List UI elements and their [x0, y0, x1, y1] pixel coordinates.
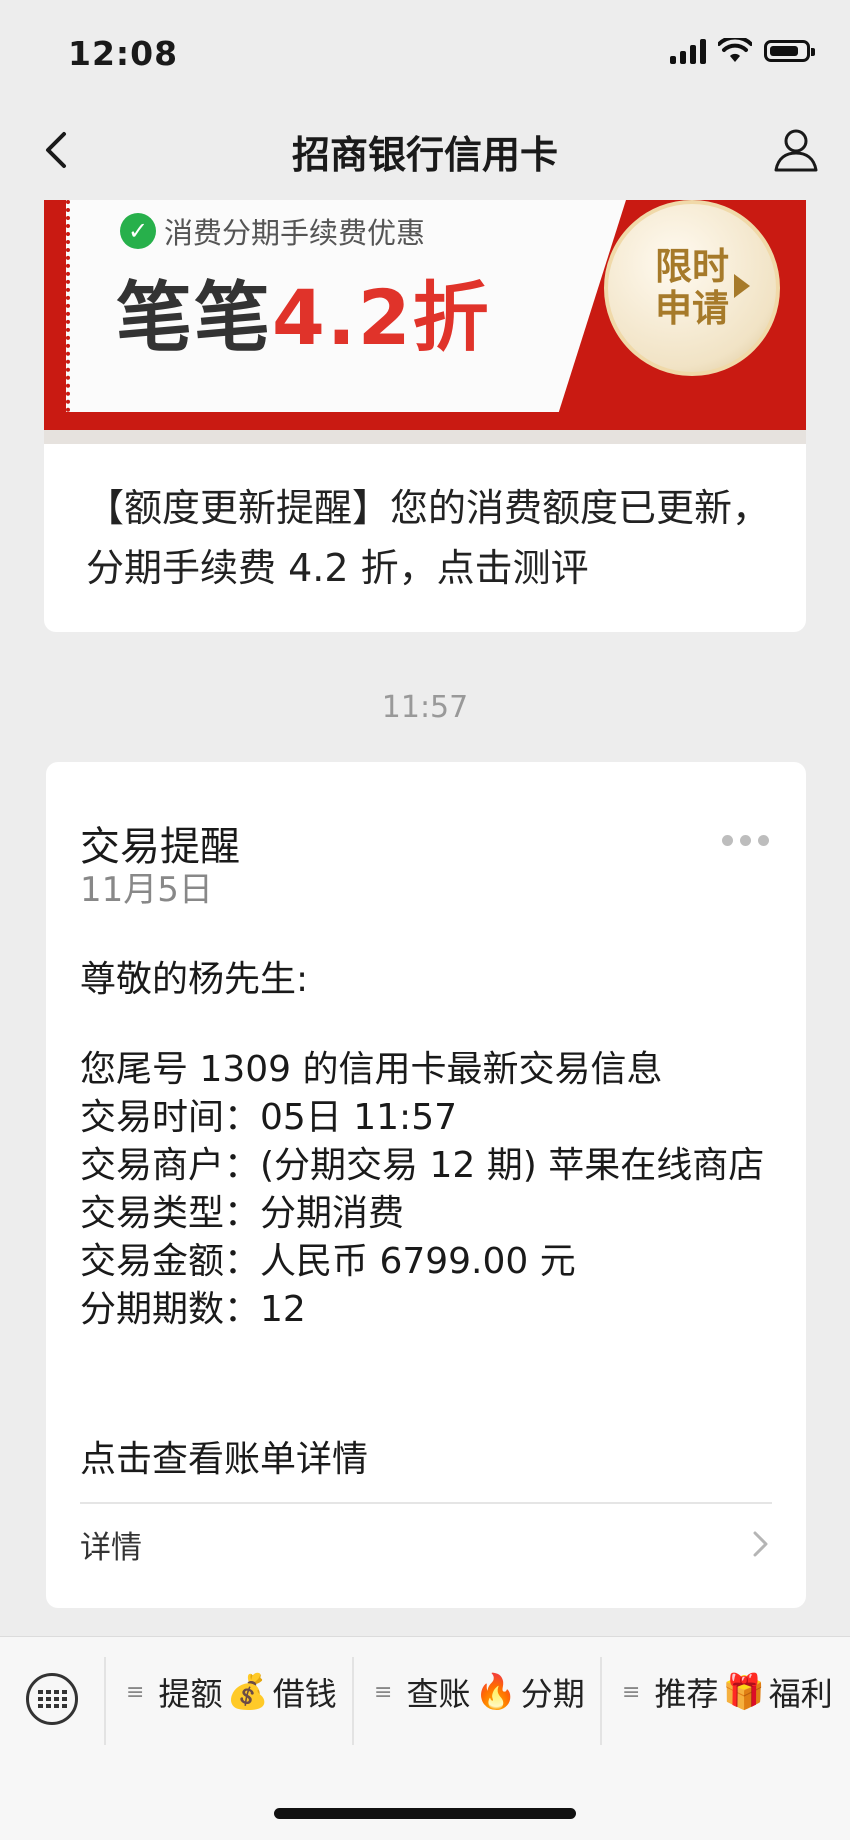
home-indicator[interactable]: [274, 1808, 576, 1819]
transaction-details: 您尾号 1309 的信用卡最新交易信息 交易时间：05日 11:57 交易商户：…: [80, 1046, 780, 1334]
check-icon: ✓: [120, 213, 156, 249]
message-date: 11月5日: [80, 870, 213, 910]
banner-subtitle-text: 消费分期手续费优惠: [164, 216, 426, 250]
menu-item-left-label: 推荐: [654, 1675, 719, 1713]
money-bag-icon: 💰: [226, 1672, 269, 1712]
fire-icon: 🔥: [474, 1672, 517, 1712]
wifi-icon: [718, 38, 752, 62]
keyboard-icon[interactable]: [26, 1673, 78, 1725]
menu-item-left-label: 提额: [158, 1675, 223, 1713]
greeting: 尊敬的杨先生:: [80, 959, 309, 1000]
menu-item-recommend-benefits[interactable]: ≡ 推荐 🎁 福利: [622, 1637, 833, 1747]
menu-separator: [600, 1657, 602, 1745]
menu-list-icon: ≡: [622, 1679, 641, 1705]
divider: [80, 1502, 772, 1504]
play-arrow-icon: [734, 274, 750, 298]
menu-item-bill-installment[interactable]: ≡ 查账 🔥 分期: [374, 1637, 585, 1747]
menu-separator: [104, 1657, 106, 1745]
banner-headline: 笔笔4.2折: [116, 256, 491, 366]
menu-list-icon: ≡: [126, 1679, 145, 1705]
transaction-message-card[interactable]: 交易提醒 11月5日 尊敬的杨先生: 您尾号 1309 的信用卡最新交易信息 交…: [46, 762, 806, 1608]
battery-icon: [764, 40, 815, 62]
signal-icon: [670, 38, 706, 64]
chevron-right-icon: [753, 1531, 768, 1557]
detail-line: 分期期数：12: [80, 1289, 306, 1330]
status-bar: 12:08: [0, 0, 850, 100]
chat-title: 招商银行信用卡: [291, 133, 558, 177]
view-bill-link[interactable]: 点击查看账单详情: [80, 1430, 368, 1482]
badge-text: 限时 申请: [655, 246, 729, 330]
details-link[interactable]: 详情: [80, 1522, 142, 1567]
banner-headline-prefix: 笔笔: [116, 273, 272, 362]
menu-item-right-label: 福利: [768, 1675, 833, 1713]
detail-line: 交易时间：05日 11:57: [80, 1097, 457, 1138]
banner-headline-highlight: 4.2折: [272, 273, 491, 362]
gift-icon: 🎁: [722, 1672, 765, 1712]
status-icons: [670, 38, 815, 64]
promo-article-card[interactable]: ✓ 消费分期手续费优惠 笔笔4.2折 限时 申请 【额度更新提醒】您的消费额度已…: [44, 200, 806, 632]
menu-item-left-label: 查账: [406, 1675, 471, 1713]
status-time: 12:08: [68, 34, 179, 73]
nav-bar: 招商银行信用卡: [0, 100, 850, 200]
detail-line: 您尾号 1309 的信用卡最新交易信息: [80, 1049, 663, 1090]
badge-line-2: 申请: [655, 287, 729, 330]
article-description[interactable]: 【额度更新提醒】您的消费额度已更新，分期手续费 4.2 折，点击测评: [86, 478, 776, 598]
detail-line: 交易金额：人民币 6799.00 元: [80, 1241, 576, 1282]
menu-separator: [352, 1657, 354, 1745]
apply-now-badge[interactable]: 限时 申请: [604, 200, 780, 376]
menu-item-limit-loan[interactable]: ≡ 提额 💰 借钱: [126, 1637, 337, 1747]
message-timestamp: 11:57: [381, 690, 469, 725]
banner-subtitle: ✓ 消费分期手续费优惠: [120, 210, 425, 252]
menu-item-right-label: 分期: [520, 1675, 585, 1713]
badge-line-1: 限时: [655, 245, 729, 288]
detail-line: 交易商户：(分期交易 12 期) 苹果在线商店: [80, 1145, 765, 1186]
profile-icon[interactable]: [772, 126, 820, 174]
menu-list-icon: ≡: [374, 1679, 393, 1705]
more-options-icon[interactable]: [722, 830, 772, 850]
detail-line: 交易类型：分期消费: [80, 1193, 405, 1234]
promo-banner[interactable]: ✓ 消费分期手续费优惠 笔笔4.2折 限时 申请: [44, 200, 806, 444]
menu-item-right-label: 借钱: [272, 1675, 337, 1713]
